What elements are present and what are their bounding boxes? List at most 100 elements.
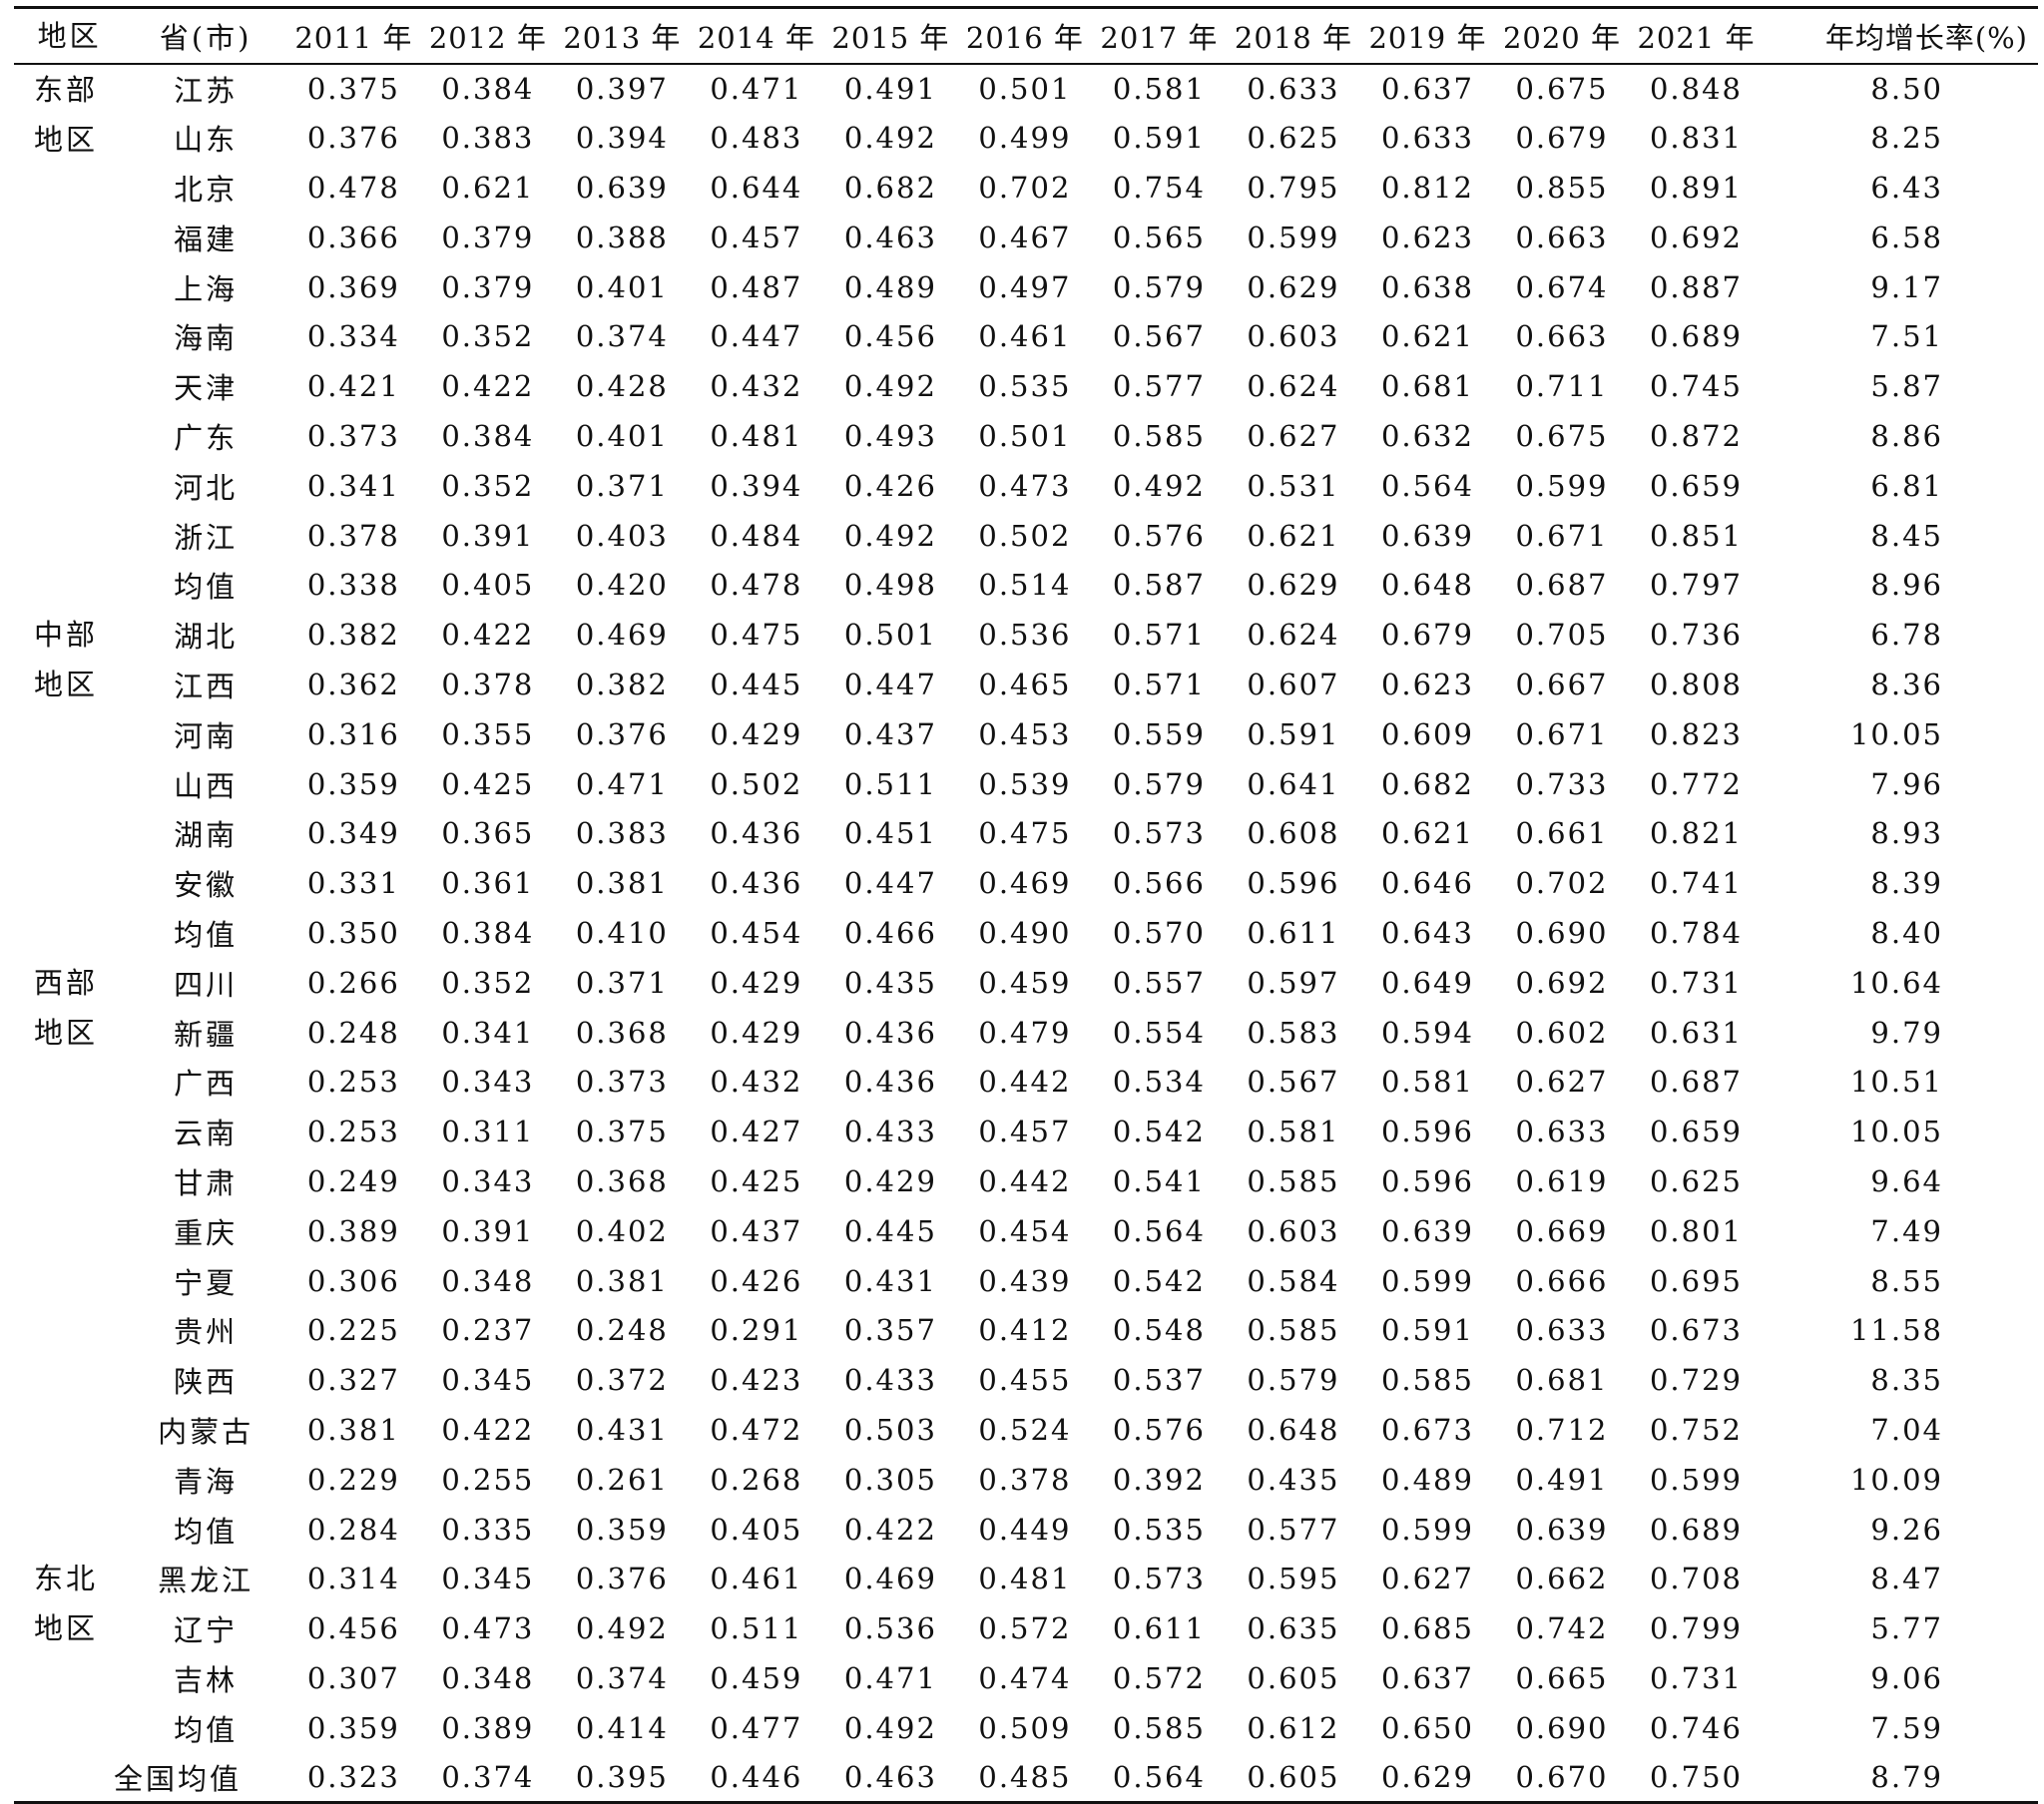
value-cell: 0.361	[441, 866, 535, 901]
value-cell: 0.437	[843, 716, 937, 751]
column-header: 年均增长率(%)	[1824, 20, 2028, 55]
value-cell: 0.675	[1515, 71, 1609, 106]
value-cell: 0.461	[978, 319, 1072, 354]
value-cell: 0.564	[1112, 1759, 1206, 1794]
value-cell: 0.733	[1515, 766, 1609, 801]
value-cell: 0.478	[306, 170, 400, 205]
value-cell: 0.831	[1649, 121, 1743, 156]
value-cell: 0.359	[306, 766, 400, 801]
province-cell: 河北	[174, 470, 239, 505]
value-cell: 0.669	[1515, 1213, 1609, 1248]
value-cell: 0.375	[306, 71, 400, 106]
value-cell: 0.255	[441, 1462, 535, 1497]
value-cell: 0.643	[1380, 915, 1474, 950]
value-cell: 0.535	[978, 369, 1072, 404]
value-cell: 0.570	[1112, 915, 1206, 950]
value-cell: 0.352	[441, 319, 535, 354]
value-cell: 0.599	[1247, 220, 1340, 254]
value-cell: 0.490	[978, 915, 1072, 950]
value-cell: 0.535	[1112, 1512, 1206, 1547]
value-cell: 0.248	[306, 1015, 400, 1050]
growth-rate-cell: 6.81	[1870, 468, 1943, 503]
value-cell: 0.369	[306, 269, 400, 304]
region-cell: 东部地区	[14, 64, 125, 611]
column-header: 2020 年	[1502, 20, 1621, 55]
value-cell: 0.379	[441, 269, 535, 304]
value-cell: 0.429	[710, 1015, 803, 1050]
value-cell: 0.571	[1112, 618, 1206, 653]
value-cell: 0.599	[1380, 1512, 1474, 1547]
value-cell: 0.401	[575, 269, 669, 304]
value-cell: 0.571	[1112, 667, 1206, 701]
value-cell: 0.637	[1380, 1660, 1474, 1695]
value-cell: 0.644	[710, 170, 803, 205]
value-cell: 0.631	[1649, 1015, 1743, 1050]
table-row: 上海 0.369 0.379 0.401 0.487 0.489 0.497 0.579 0.6…	[14, 262, 2038, 312]
value-cell: 0.567	[1247, 1065, 1340, 1100]
province-cell: 辽宁	[174, 1613, 239, 1648]
value-cell: 0.674	[1515, 269, 1609, 304]
province-cell: 贵州	[174, 1315, 239, 1350]
value-cell: 0.394	[575, 121, 669, 156]
value-cell: 0.439	[978, 1263, 1072, 1298]
value-cell: 0.579	[1112, 269, 1206, 304]
growth-rate-cell: 8.36	[1870, 667, 1943, 701]
value-cell: 0.266	[306, 965, 400, 1000]
value-cell: 0.445	[843, 1213, 937, 1248]
value-cell: 0.484	[710, 518, 803, 553]
column-header: 2011 年	[294, 20, 413, 55]
table-row: 山西 0.359 0.425 0.471 0.502 0.511 0.539 0.579 0.6…	[14, 759, 2038, 809]
growth-rate-cell: 8.55	[1870, 1263, 1943, 1298]
province-cell: 福建	[174, 222, 239, 256]
value-cell: 0.711	[1515, 369, 1609, 404]
value-cell: 0.405	[710, 1512, 803, 1547]
value-cell: 0.345	[441, 1363, 535, 1398]
value-cell: 0.681	[1380, 369, 1474, 404]
table-row: 东部地区 江苏 0.375 0.384 0.397 0.471 0.491 0.501 0.58…	[14, 64, 2038, 157]
value-cell: 0.650	[1380, 1710, 1474, 1745]
province-cell: 山东	[174, 123, 239, 158]
value-cell: 0.673	[1649, 1313, 1743, 1348]
province-cell: 甘肃	[174, 1165, 239, 1200]
data-table: 地区 省(市) 2011 年 2012 年 2013 年 2014 年 2015 年 2016…	[14, 6, 2038, 1804]
value-cell: 0.428	[575, 369, 669, 404]
table-row: 云南 0.253 0.311 0.375 0.427 0.433 0.457 0.542 0.5…	[14, 1107, 2038, 1156]
growth-rate-cell: 7.04	[1870, 1412, 1943, 1447]
value-cell: 0.352	[441, 468, 535, 503]
value-cell: 0.248	[575, 1313, 669, 1348]
table-row: 河南 0.316 0.355 0.376 0.429 0.437 0.453 0.559 0.5…	[14, 709, 2038, 759]
value-cell: 0.382	[306, 618, 400, 653]
region-label: 中部地区	[34, 618, 99, 702]
province-cell: 浙江	[174, 520, 239, 555]
value-cell: 0.612	[1247, 1710, 1340, 1745]
value-cell: 0.376	[575, 1562, 669, 1596]
column-header: 地区	[37, 18, 102, 53]
value-cell: 0.471	[843, 1660, 937, 1695]
value-cell: 0.497	[978, 269, 1072, 304]
value-cell: 0.467	[978, 220, 1072, 254]
value-cell: 0.585	[1247, 1313, 1340, 1348]
value-cell: 0.381	[306, 1412, 400, 1447]
growth-rate-cell: 9.17	[1870, 269, 1943, 304]
value-cell: 0.536	[978, 618, 1072, 653]
province-cell: 新疆	[174, 1017, 239, 1052]
value-cell: 0.483	[710, 121, 803, 156]
table-row: 西部地区 四川 0.266 0.352 0.371 0.429 0.435 0.459 0.55…	[14, 958, 2038, 1050]
value-cell: 0.591	[1247, 716, 1340, 751]
value-cell: 0.389	[306, 1213, 400, 1248]
value-cell: 0.314	[306, 1562, 400, 1596]
value-cell: 0.587	[1112, 568, 1206, 603]
value-cell: 0.679	[1515, 121, 1609, 156]
value-cell: 0.702	[1515, 866, 1609, 901]
value-cell: 0.379	[441, 220, 535, 254]
value-cell: 0.633	[1380, 121, 1474, 156]
value-cell: 0.599	[1515, 468, 1609, 503]
value-cell: 0.625	[1247, 121, 1340, 156]
value-cell: 0.581	[1112, 71, 1206, 106]
value-cell: 0.511	[843, 766, 937, 801]
value-cell: 0.374	[441, 1759, 535, 1794]
growth-rate-cell: 7.51	[1870, 319, 1943, 354]
value-cell: 0.536	[843, 1611, 937, 1646]
value-cell: 0.436	[710, 866, 803, 901]
value-cell: 0.477	[710, 1710, 803, 1745]
